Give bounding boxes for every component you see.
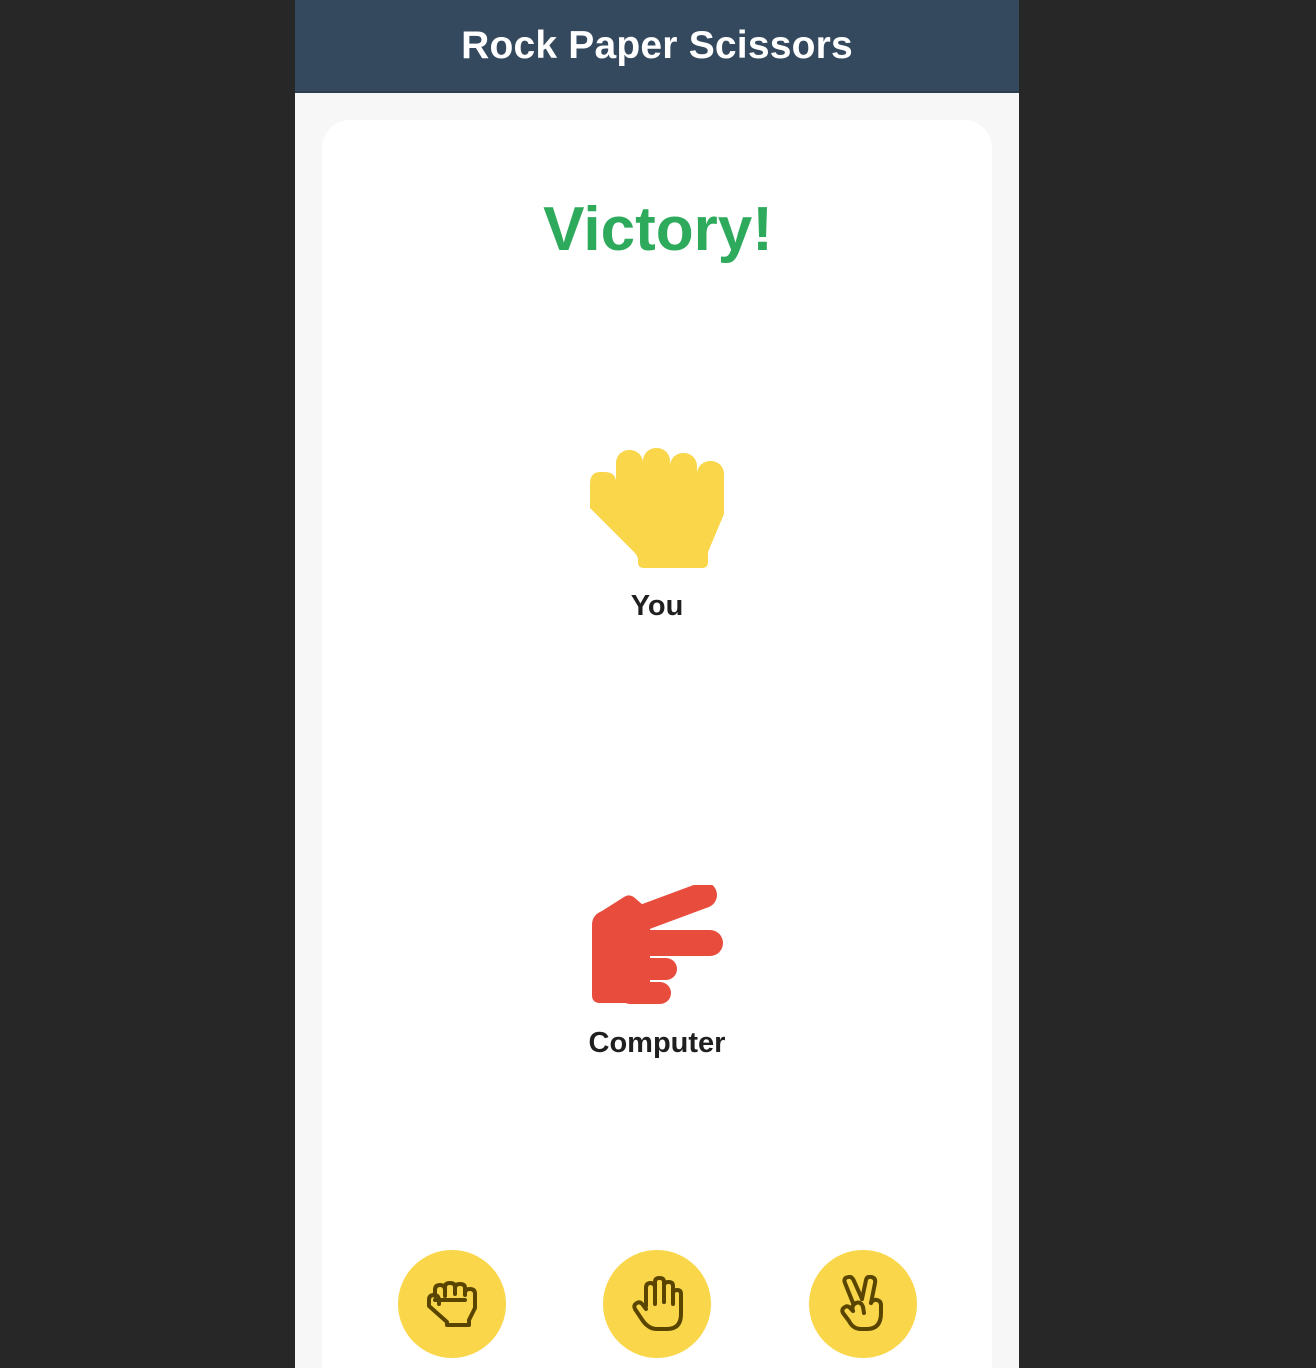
game-card: [322, 120, 992, 1368]
scissors-button[interactable]: [809, 1250, 917, 1358]
player-label: You: [630, 590, 684, 622]
result-text: Victory!: [543, 195, 773, 264]
rock-fist-icon: [590, 448, 724, 568]
paper-outline-icon: [632, 1276, 683, 1331]
paper-button[interactable]: [603, 1250, 711, 1358]
app-header: Rock Paper Scissors: [295, 0, 1019, 93]
scissors-outline-icon: [840, 1275, 883, 1331]
rock-outline-icon: [427, 1281, 477, 1327]
rock-button[interactable]: [398, 1250, 506, 1358]
computer-label: Computer: [588, 1027, 726, 1059]
app-title: Rock Paper Scissors: [461, 23, 853, 67]
scissors-hand-icon: [592, 885, 723, 1004]
